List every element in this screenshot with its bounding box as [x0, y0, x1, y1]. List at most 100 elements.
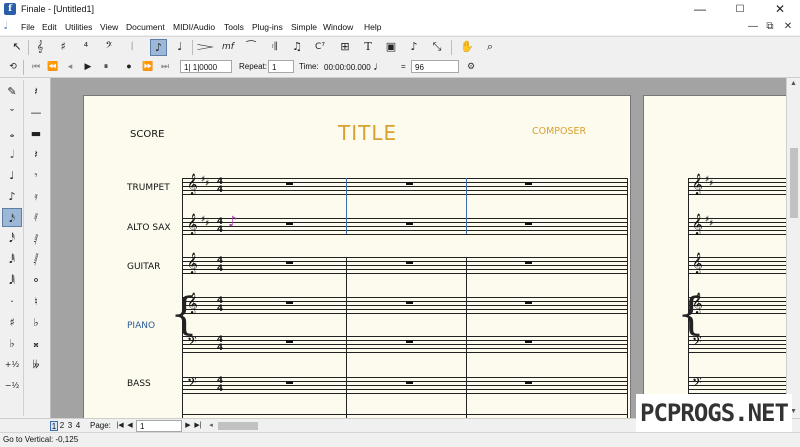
- smart-shape-tool-icon[interactable]: ⁀: [243, 39, 259, 55]
- instrument-name-trumpet[interactable]: TRUMPET: [127, 183, 170, 193]
- resize-tool-icon[interactable]: ⤡: [429, 39, 445, 55]
- staff-piano-treble[interactable]: 𝄞 44: [182, 295, 628, 314]
- mirror-tool-icon[interactable]: ♪: [406, 39, 422, 55]
- eighth-rest-icon[interactable]: 𝄾: [26, 166, 46, 185]
- thirty-second-note-icon[interactable]: 𝅘𝅥𝅰: [2, 229, 22, 248]
- time-signature-tool-icon[interactable]: ⁴: [78, 39, 94, 55]
- raise-half-step-icon[interactable]: +½: [2, 355, 22, 374]
- staff-guitar[interactable]: 𝄞 44: [182, 255, 628, 274]
- page-tab-1[interactable]: 1: [50, 421, 58, 431]
- repeat-tool-icon[interactable]: 𝄇: [266, 39, 282, 55]
- sixteenth-note-icon[interactable]: 𝅘𝅥𝅯: [2, 208, 22, 227]
- menu-help[interactable]: Help: [364, 22, 381, 32]
- barline[interactable]: [627, 178, 628, 418]
- menu-midi-audio[interactable]: MIDI/Audio: [173, 22, 215, 32]
- page-tab-3[interactable]: 3: [66, 421, 74, 431]
- flat-alt-icon[interactable]: ♭: [26, 313, 46, 332]
- fast-forward-icon[interactable]: ⏩: [141, 59, 155, 73]
- 128th-rest-icon[interactable]: 𝅂: [26, 250, 46, 269]
- next-page-icon[interactable]: ▶: [183, 421, 193, 431]
- score-page-2[interactable]: 𝄞 ♯ ♯ 𝄞 ♯ ♯ 𝄞 𝄞 𝄢 𝄢 {: [643, 95, 786, 418]
- thirty-second-rest-icon[interactable]: 𝅀: [26, 208, 46, 227]
- scroll-up-icon[interactable]: ▲: [790, 80, 797, 87]
- measure-tool-icon[interactable]: 𝄀: [124, 39, 140, 55]
- staff-bass[interactable]: 𝄢 44: [182, 375, 628, 394]
- mdi-restore-button[interactable]: ⧉: [763, 20, 777, 34]
- menu-utilities[interactable]: Utilities: [65, 22, 92, 32]
- speedy-entry-tool-icon[interactable]: ♩: [172, 39, 188, 55]
- horizontal-scrollbar-thumb[interactable]: [218, 422, 258, 430]
- grace-note-icon[interactable]: ⚬: [26, 271, 46, 290]
- 128th-note-icon[interactable]: 𝅘𝅥𝅲: [2, 271, 22, 290]
- quarter-rest-icon[interactable]: 𝄽: [26, 145, 46, 164]
- menu-document[interactable]: Document: [126, 22, 165, 32]
- gear-icon[interactable]: ⚙: [464, 59, 478, 73]
- staff-piano-bass[interactable]: 𝄢 44: [182, 334, 628, 353]
- menu-simple[interactable]: Simple: [291, 22, 317, 32]
- sharp-icon[interactable]: ♯: [2, 313, 22, 332]
- staff-styles-tool-icon[interactable]: ⊞: [337, 39, 353, 55]
- menu-view[interactable]: View: [100, 22, 118, 32]
- minimize-button[interactable]: —: [680, 0, 720, 19]
- staff-alto-sax[interactable]: 𝄞 ♯ ♯ 44 ♪: [182, 214, 628, 235]
- vertical-scrollbar[interactable]: ▲ ▼: [786, 78, 800, 418]
- articulation-tool-icon[interactable]: 𝆓: [197, 39, 214, 55]
- forward-to-end-icon[interactable]: ⏭: [158, 59, 172, 73]
- staff-alto-sax-page2[interactable]: 𝄞 ♯ ♯: [688, 215, 786, 235]
- play-icon[interactable]: ▶: [81, 59, 95, 73]
- reset-playback-icon[interactable]: ⟲: [6, 59, 20, 73]
- selection-tool-icon[interactable]: ↖: [9, 39, 25, 55]
- scroll-left-icon[interactable]: ◂: [206, 421, 216, 431]
- previous-page-icon[interactable]: ◀: [125, 421, 135, 431]
- mdi-close-button[interactable]: ✕: [781, 20, 795, 34]
- step-back-icon[interactable]: ◂: [63, 59, 77, 73]
- tempo-input[interactable]: 96: [411, 60, 459, 73]
- instrument-name-bass[interactable]: BASS: [127, 379, 151, 389]
- staff-tool-icon[interactable]: 𝄞: [32, 39, 48, 55]
- score-composer[interactable]: COMPOSER: [532, 126, 586, 137]
- double-sharp-icon[interactable]: 𝄪: [26, 334, 46, 353]
- zoom-tool-icon[interactable]: ⌕: [482, 39, 498, 55]
- score-title[interactable]: TITLE: [338, 121, 397, 145]
- mdi-minimize-button[interactable]: —: [746, 20, 760, 34]
- quarter-note-tool-icon[interactable]: ♩: [2, 166, 22, 185]
- expression-tool-icon[interactable]: mf: [220, 39, 236, 55]
- clef-tool-icon[interactable]: 𝄢: [101, 39, 117, 55]
- staff-bass-page2[interactable]: 𝄢: [688, 375, 786, 394]
- page-number-input[interactable]: 1: [136, 420, 182, 432]
- simple-entry-tool-icon[interactable]: ♪: [150, 39, 167, 56]
- scrollbar-thumb[interactable]: [790, 148, 798, 218]
- page-tab-2[interactable]: 2: [58, 421, 66, 431]
- score-workspace[interactable]: SCORE TITLE COMPOSER TRUMPET ALTO SAX GU…: [51, 78, 786, 418]
- whole-rest-icon[interactable]: 𝄽: [26, 82, 46, 101]
- menu-edit[interactable]: Edit: [42, 22, 57, 32]
- sixty-fourth-rest-icon[interactable]: 𝅁: [26, 229, 46, 248]
- breve-rest-icon[interactable]: ▬: [26, 124, 46, 143]
- barline[interactable]: [466, 257, 467, 418]
- pause-icon[interactable]: ⏸: [99, 59, 113, 73]
- staff-trumpet-page2[interactable]: 𝄞 ♯ ♯: [688, 175, 786, 195]
- lyrics-tool-icon[interactable]: ♫: [289, 39, 305, 55]
- menu-tools[interactable]: Tools: [224, 22, 244, 32]
- close-button[interactable]: ✕: [760, 0, 800, 19]
- barline[interactable]: [346, 257, 347, 418]
- double-flat-icon[interactable]: 𝄫: [26, 355, 46, 374]
- menu-window[interactable]: Window: [323, 22, 353, 32]
- key-signature-tool-icon[interactable]: ♯: [55, 39, 71, 55]
- instrument-name-alto-sax[interactable]: ALTO SAX: [127, 223, 171, 233]
- page-tab-4[interactable]: 4: [74, 421, 82, 431]
- rewind-icon[interactable]: ⏪: [46, 59, 60, 73]
- graphics-tool-icon[interactable]: ▣: [383, 39, 399, 55]
- last-page-icon[interactable]: ▶|: [193, 421, 203, 431]
- barline[interactable]: [346, 178, 347, 234]
- instrument-name-piano[interactable]: PIANO: [127, 321, 155, 331]
- playback-position-field[interactable]: 1| 1|0000: [180, 60, 232, 73]
- record-icon[interactable]: ●: [122, 59, 136, 73]
- staff-trumpet[interactable]: 𝄞 ♯ ♯ 44: [182, 175, 628, 195]
- half-note-icon[interactable]: 𝅗𝅥: [2, 145, 22, 164]
- maximize-button[interactable]: ☐: [720, 0, 760, 19]
- breve-icon[interactable]: 𝅝: [2, 124, 22, 143]
- rewind-to-start-icon[interactable]: ⏮: [29, 59, 43, 73]
- flat-icon[interactable]: ♭: [2, 334, 22, 353]
- rest-tool-icon[interactable]: 𝄻: [2, 103, 22, 122]
